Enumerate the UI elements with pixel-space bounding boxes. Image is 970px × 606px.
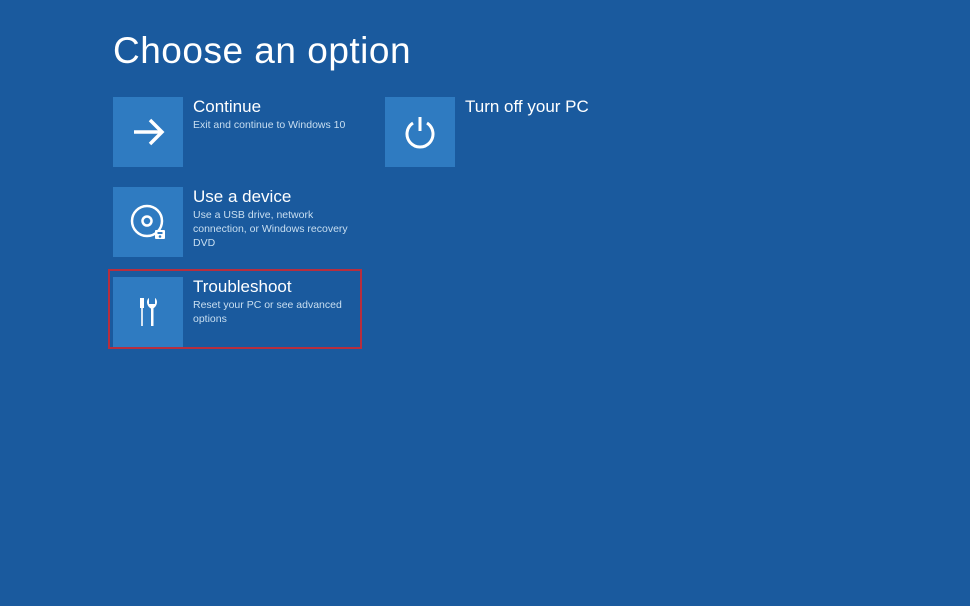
- troubleshoot-tile[interactable]: Troubleshoot Reset your PC or see advanc…: [113, 277, 375, 357]
- disc-icon: [113, 187, 183, 257]
- troubleshoot-desc: Reset your PC or see advanced options: [193, 299, 363, 326]
- continue-tile[interactable]: Continue Exit and continue to Windows 10: [113, 97, 375, 177]
- continue-text: Continue Exit and continue to Windows 10: [183, 97, 345, 133]
- usedevice-tile[interactable]: Use a device Use a USB drive, network co…: [113, 187, 375, 267]
- turnoff-title: Turn off your PC: [465, 97, 589, 117]
- usedevice-title: Use a device: [193, 187, 363, 207]
- troubleshoot-title: Troubleshoot: [193, 277, 363, 297]
- troubleshoot-text: Troubleshoot Reset your PC or see advanc…: [183, 277, 363, 327]
- power-icon: [385, 97, 455, 167]
- turnoff-text: Turn off your PC: [455, 97, 589, 119]
- usedevice-desc: Use a USB drive, network connection, or …: [193, 209, 363, 250]
- continue-desc: Exit and continue to Windows 10: [193, 119, 345, 133]
- page-title: Choose an option: [113, 30, 411, 72]
- usedevice-text: Use a device Use a USB drive, network co…: [183, 187, 363, 250]
- options-grid: Continue Exit and continue to Windows 10…: [113, 97, 647, 357]
- empty-cell: [385, 187, 647, 267]
- tools-icon: [113, 277, 183, 347]
- turnoff-tile[interactable]: Turn off your PC: [385, 97, 647, 177]
- arrow-right-icon: [113, 97, 183, 167]
- continue-title: Continue: [193, 97, 345, 117]
